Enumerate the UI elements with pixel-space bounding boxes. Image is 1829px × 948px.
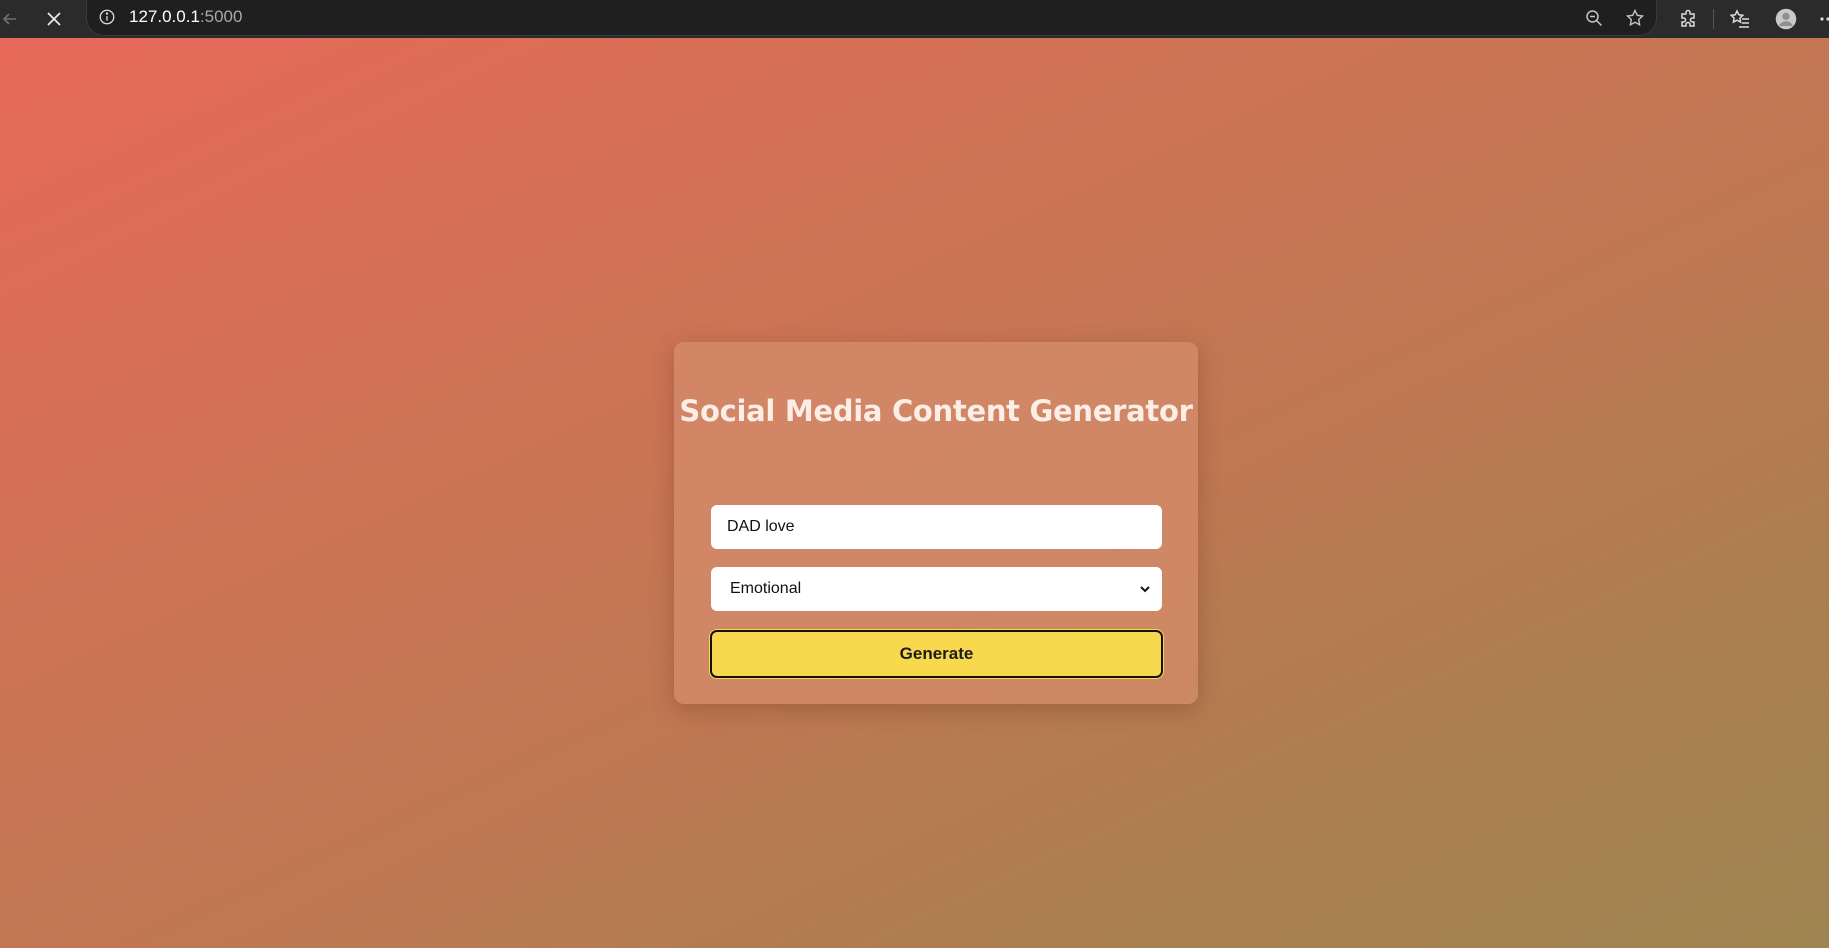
- tone-select[interactable]: Emotional: [711, 567, 1162, 611]
- topic-input[interactable]: DAD love: [711, 505, 1162, 549]
- back-arrow-icon[interactable]: [0, 3, 26, 35]
- toolbar-divider: [1713, 9, 1714, 29]
- tone-select-value: Emotional: [730, 580, 802, 597]
- url-port: :5000: [199, 7, 243, 26]
- puzzle-icon[interactable]: [1674, 4, 1704, 34]
- browser-toolbar: 127.0.0.1:5000: [0, 0, 1829, 38]
- chevron-down-icon: [1140, 586, 1150, 593]
- zoom-out-icon[interactable]: [1581, 5, 1607, 31]
- url-text[interactable]: 127.0.0.1:5000: [129, 7, 242, 27]
- url-host: 127.0.0.1: [129, 7, 200, 26]
- generate-button[interactable]: Generate: [710, 630, 1163, 678]
- info-icon[interactable]: [97, 7, 117, 27]
- generator-card: Social Media Content Generator DAD love …: [674, 342, 1198, 704]
- page-title: Social Media Content Generator: [679, 394, 1193, 428]
- close-icon[interactable]: [38, 3, 70, 35]
- address-bar[interactable]: 127.0.0.1:5000: [86, 0, 1657, 36]
- star-icon[interactable]: [1622, 5, 1648, 31]
- more-icon[interactable]: [1814, 4, 1829, 34]
- favorites-icon[interactable]: [1725, 4, 1755, 34]
- avatar-icon[interactable]: [1768, 1, 1804, 37]
- page-background: Social Media Content Generator DAD love …: [0, 38, 1829, 948]
